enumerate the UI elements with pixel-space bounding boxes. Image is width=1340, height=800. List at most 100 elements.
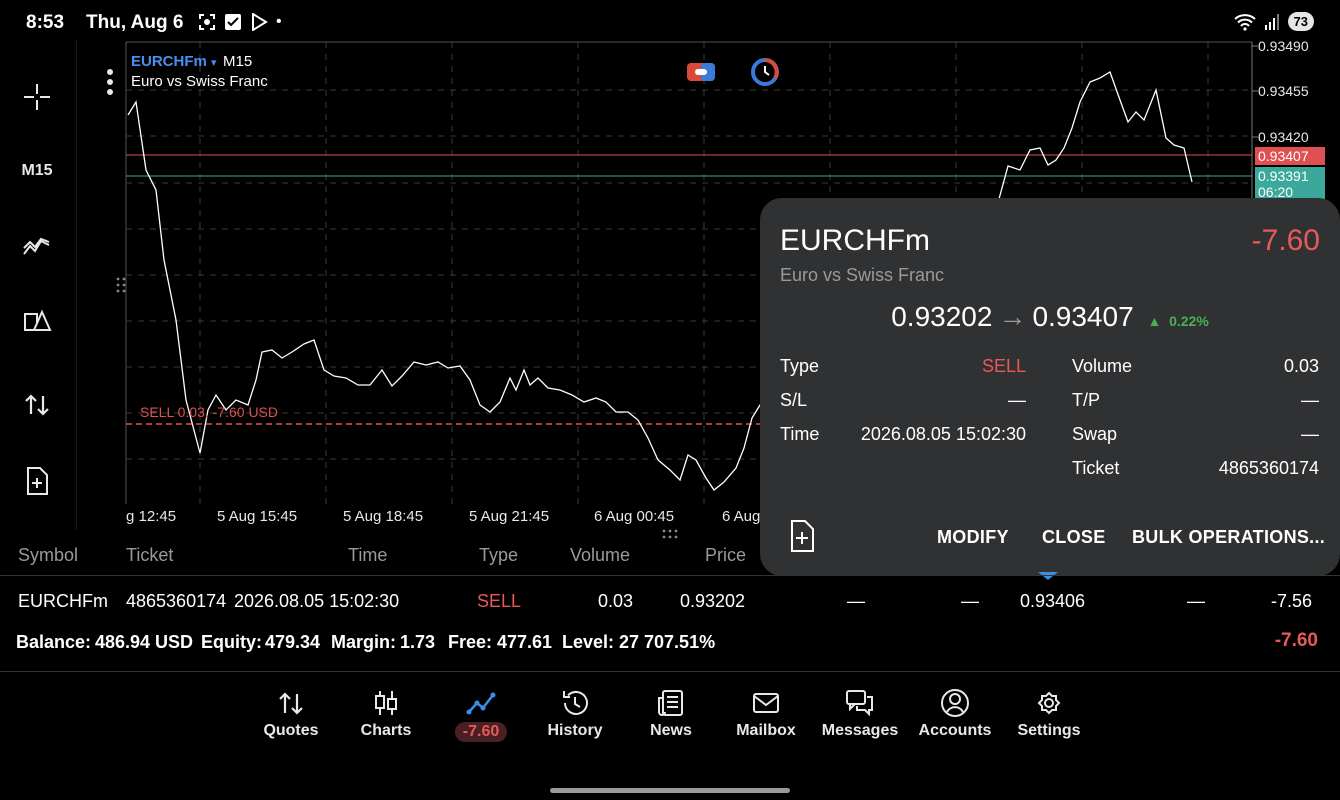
chart-timeframe: M15	[223, 53, 253, 70]
timeframe-label: M15	[21, 162, 53, 179]
nav-settings-label: Settings	[1017, 722, 1081, 739]
time-axis-label: 6 Aug 00:45	[594, 508, 675, 525]
nav-history-label: History	[547, 722, 603, 739]
field-ticket: Ticket 4865360174	[1072, 458, 1319, 478]
wifi-icon	[1233, 13, 1256, 31]
change-up-icon: ▲	[1147, 313, 1162, 329]
panel-resize-handle[interactable]	[660, 528, 680, 540]
gear-icon	[1037, 691, 1061, 715]
field-swap: Swap —	[1072, 424, 1319, 444]
column-header[interactable]: Volume	[570, 545, 630, 566]
time-axis-label: 6 Aug	[722, 508, 761, 525]
cell-volume: 0.03	[598, 591, 634, 611]
cell-current-price: 0.93406	[1020, 591, 1086, 611]
free-label: Free:	[448, 632, 493, 652]
crosshair-icon	[24, 84, 50, 110]
trade-line-icon	[466, 692, 496, 715]
chart-toolbar: M15	[0, 44, 76, 530]
table-row[interactable]: EURCHFm 4865360174 2026.08.05 15:02:30 S…	[0, 580, 1340, 620]
ask-price-tag: 0.93407	[1255, 147, 1325, 165]
equity-value: 479.34	[265, 632, 321, 652]
screenshot-icon	[199, 14, 215, 30]
price-axis-label: 0.93420	[1258, 129, 1309, 145]
time-axis-label: 5 Aug 18:45	[343, 508, 424, 525]
signal-icon	[1264, 13, 1279, 30]
nav-messages[interactable]: Messages	[813, 688, 907, 748]
nav-mailbox-label: Mailbox	[736, 722, 796, 739]
sell-position-label: SELL 0.03, -7.60 USD	[140, 404, 279, 420]
cell-tp: —	[961, 591, 979, 611]
status-time: 8:53	[26, 12, 65, 33]
popup-price-change: 0.93202 → 0.93407 ▲ 0.22%	[760, 301, 1340, 333]
nav-settings[interactable]: Settings	[1002, 688, 1096, 748]
column-header[interactable]: Symbol	[18, 545, 78, 566]
field-time: Time 2026.08.05 15:02:30	[780, 424, 1026, 444]
price-axis-label: 0.93490	[1258, 38, 1309, 54]
crosshair-button[interactable]	[14, 74, 60, 120]
field-volume: Volume 0.03	[1072, 356, 1319, 376]
history-icon	[563, 690, 588, 715]
total-profit: -7.60	[1274, 630, 1318, 651]
field-tp: T/P —	[1072, 390, 1319, 410]
time-axis-label: g 12:45	[126, 508, 177, 525]
nav-accounts-label: Accounts	[918, 722, 992, 739]
chart-symbol[interactable]: EURCHFm ▾	[131, 53, 217, 70]
position-details-popup: EURCHFm -7.60 Euro vs Swiss Franc 0.9320…	[760, 198, 1340, 576]
trade-profit-badge: -7.60	[454, 722, 508, 742]
chart-description: Euro vs Swiss Franc	[131, 73, 268, 90]
checkbox-icon	[225, 14, 241, 30]
nav-mailbox[interactable]: Mailbox	[719, 688, 813, 748]
nav-charts-label: Charts	[360, 722, 412, 739]
candlestick-icon	[375, 691, 397, 715]
objects-button[interactable]	[14, 300, 60, 346]
equity-label: Equity:	[201, 632, 262, 652]
trade-arrows-icon	[25, 394, 49, 416]
new-order-button[interactable]	[14, 458, 60, 504]
nav-history[interactable]: History	[528, 688, 622, 748]
chart-menu-icon[interactable]	[106, 68, 114, 98]
trade-button[interactable]	[14, 382, 60, 428]
column-header[interactable]: Time	[348, 545, 387, 566]
cell-profit: -7.56	[1271, 591, 1313, 611]
drag-handle-icon[interactable]	[116, 276, 126, 294]
one-click-trading-icon[interactable]	[686, 60, 716, 84]
column-header[interactable]: Ticket	[126, 545, 173, 566]
arrow-right-icon: →	[998, 301, 1027, 332]
nav-quotes-label: Quotes	[263, 722, 319, 739]
cell-price: 0.93202	[680, 591, 746, 611]
indicators-icon	[23, 237, 50, 255]
time-axis-label: 5 Aug 21:45	[469, 508, 550, 525]
news-icon	[658, 690, 683, 716]
time-axis-label: 5 Aug 15:45	[217, 508, 298, 525]
timeframe-button[interactable]: M15	[14, 148, 60, 194]
popup-symbol: EURCHFm	[780, 224, 930, 257]
mail-icon	[753, 693, 779, 713]
margin-label: Margin:	[331, 632, 396, 652]
notification-icons: •	[198, 13, 282, 31]
margin-value: 1.73	[400, 632, 436, 652]
free-value: 477.61	[497, 632, 553, 652]
nav-quotes[interactable]: Quotes	[244, 688, 338, 748]
open-price: 0.93202	[891, 301, 993, 332]
indicators-button[interactable]	[14, 224, 60, 270]
clock-indicator-icon[interactable]	[750, 58, 780, 86]
cell-sl: —	[847, 591, 865, 611]
new-order-icon	[27, 467, 48, 495]
nav-trade[interactable]: -7.60	[434, 688, 528, 748]
play-store-icon	[252, 13, 268, 31]
nav-news[interactable]: News	[624, 688, 718, 748]
objects-icon	[24, 309, 52, 331]
status-date: Thu, Aug 6	[86, 12, 184, 33]
current-price: 0.93407	[1032, 301, 1134, 332]
home-indicator[interactable]	[550, 788, 790, 793]
more-dot: •	[276, 13, 282, 30]
cell-symbol: EURCHFm	[18, 591, 108, 611]
nav-charts[interactable]: Charts	[339, 688, 433, 748]
field-type: Type SELL	[780, 356, 1026, 376]
cell-type: SELL	[477, 591, 522, 611]
column-header[interactable]: Price	[705, 545, 746, 566]
nav-news-label: News	[650, 722, 692, 739]
column-header[interactable]: Type	[479, 545, 518, 566]
level-value: 27 707.51%	[619, 632, 716, 652]
nav-accounts[interactable]: Accounts	[908, 688, 1002, 748]
